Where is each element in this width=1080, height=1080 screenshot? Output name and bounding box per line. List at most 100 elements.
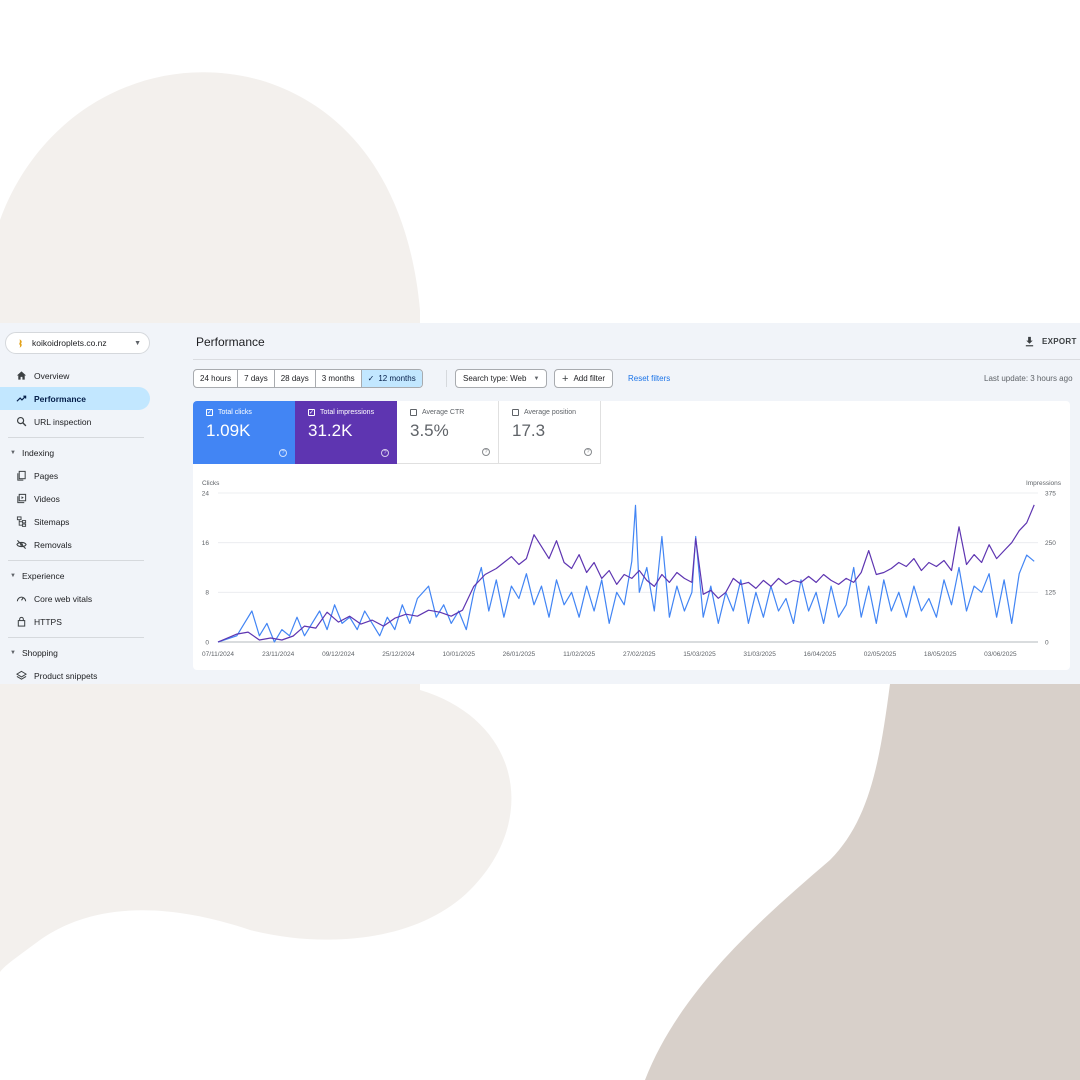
y-left-tick-label: 0: [205, 639, 209, 646]
metric-total-impressions[interactable]: ✓ Total impressions 31.2K ?: [295, 401, 397, 464]
range-24-hours[interactable]: 24 hours: [194, 370, 239, 387]
metric-value: 1.09K: [206, 421, 251, 440]
x-tick-label: 23/11/2024: [262, 651, 294, 658]
help-icon[interactable]: ?: [381, 449, 389, 457]
y-left-tick-label: 24: [202, 490, 210, 497]
sidebar-section-label: Indexing: [21, 448, 55, 458]
x-tick-label: 25/12/2024: [382, 651, 415, 658]
sidebar-item-label: Sitemaps: [34, 516, 70, 527]
metric-value: 3.5%: [410, 421, 449, 440]
x-tick-label: 15/03/2025: [683, 651, 716, 658]
export-button[interactable]: EXPORT: [1024, 336, 1077, 347]
range-12-months[interactable]: ✓ 12 months: [361, 370, 422, 387]
range-label: 28 days: [280, 374, 309, 383]
caret-down-icon: ▼: [10, 650, 16, 656]
sidebar-item-videos[interactable]: Videos: [0, 487, 150, 510]
checkbox-checked-icon: ✓: [308, 409, 315, 416]
sidebar-item-overview[interactable]: Overview: [0, 364, 150, 387]
sidebar-section-label: Shopping: [21, 648, 58, 658]
metric-label: Average position: [524, 409, 577, 416]
sidebar-item-label: Removals: [34, 539, 72, 550]
sidebar-item-label: Pages: [34, 470, 59, 481]
y-left-tick-label: 16: [202, 540, 210, 547]
x-tick-label: 18/05/2025: [924, 651, 957, 658]
series-line-impressions: [217, 504, 1035, 643]
sidebar-divider: [8, 560, 144, 561]
range-7-days[interactable]: 7 days: [238, 370, 275, 387]
chevron-down-icon: ▼: [134, 339, 141, 347]
sidebar-section-label: Experience: [21, 571, 65, 581]
sidebar-item-label: Overview: [34, 370, 70, 381]
range-3-months[interactable]: 3 months: [316, 370, 362, 387]
download-icon: [1025, 336, 1034, 347]
add-filter-button[interactable]: + Add filter: [554, 369, 614, 388]
video-icon: [15, 493, 27, 505]
metric-label: Total clicks: [218, 409, 252, 416]
property-logo-icon: [15, 337, 26, 349]
reset-filters-link[interactable]: Reset filters: [628, 374, 670, 383]
sidebar-item-product-snippets[interactable]: Product snippets: [0, 664, 150, 684]
search-type-filter[interactable]: Search type: Web ▼: [455, 369, 548, 388]
metric-average-position[interactable]: Average position 17.3 ?: [499, 401, 601, 464]
x-tick-label: 27/02/2025: [623, 651, 656, 658]
help-icon[interactable]: ?: [584, 448, 592, 456]
sidebar-item-sitemaps[interactable]: Sitemaps: [0, 510, 150, 533]
help-icon[interactable]: ?: [279, 449, 287, 457]
sidebar-item-label: URL inspection: [34, 416, 92, 427]
y-right-tick-label: 0: [1045, 639, 1049, 646]
background-blob-tan: [645, 684, 1080, 1080]
toolbar-divider: [446, 370, 447, 387]
performance-chart: 0 8 16 24 0 125 250 375 Clicks Impressions 07/11/2…: [202, 480, 1062, 658]
help-icon[interactable]: ?: [482, 448, 490, 456]
range-28-days[interactable]: 28 days: [275, 370, 316, 387]
property-name: koikoidroplets.co.nz: [32, 338, 107, 348]
checkbox-unchecked-icon: [410, 409, 417, 416]
x-tick-label: 03/06/2025: [984, 651, 1017, 658]
sidebar-item-label: Core web vitals: [34, 593, 93, 604]
x-tick-label: 16/04/2025: [804, 651, 837, 658]
search-icon: [15, 416, 27, 428]
sidebar-section-indexing[interactable]: ▼ Indexing: [0, 442, 150, 464]
sitemap-icon: [15, 516, 27, 528]
sidebar-item-https[interactable]: HTTPS: [0, 610, 150, 633]
search-type-label: Search type: Web: [463, 374, 527, 383]
range-label: 3 months: [321, 374, 355, 383]
export-label: EXPORT: [1042, 337, 1077, 346]
property-selector[interactable]: koikoidroplets.co.nz ▼: [5, 332, 150, 354]
metric-total-clicks[interactable]: ✓ Total clicks 1.09K ?: [193, 401, 295, 464]
add-filter-label: Add filter: [573, 374, 606, 383]
sidebar-item-label: Videos: [34, 493, 60, 504]
range-label: 12 months: [378, 374, 416, 383]
y-left-axis-label: Clicks: [202, 480, 220, 487]
y-right-tick-label: 250: [1045, 540, 1056, 547]
gauge-icon: [15, 593, 27, 605]
performance-card: ✓ Total clicks 1.09K ? ✓ Total impressions…: [193, 401, 1070, 670]
metric-average-ctr[interactable]: Average CTR 3.5% ?: [397, 401, 499, 464]
caret-down-icon: ▼: [10, 450, 16, 456]
search-console-app: koikoidroplets.co.nz ▼ Overview Performa…: [0, 323, 1080, 684]
x-tick-label: 02/05/2025: [864, 651, 897, 658]
sidebar-section-experience[interactable]: ▼ Experience: [0, 565, 150, 587]
y-right-tick-label: 375: [1045, 490, 1056, 497]
date-range-selector: 24 hours 7 days 28 days 3 months ✓ 12 mon…: [193, 369, 423, 388]
y-left-tick-label: 8: [205, 590, 209, 597]
sidebar-item-url-inspection[interactable]: URL inspection: [0, 410, 150, 433]
sidebar-item-performance[interactable]: Performance: [0, 387, 150, 410]
range-label: 24 hours: [200, 374, 232, 383]
lock-icon: [15, 616, 27, 628]
metric-value: 17.3: [512, 421, 546, 440]
header-divider: [193, 359, 1080, 360]
y-right-axis-label: Impressions: [1026, 480, 1062, 487]
checkbox-checked-icon: ✓: [206, 409, 213, 416]
x-tick-label: 26/01/2025: [503, 651, 536, 658]
eye-off-icon: [15, 539, 27, 551]
sidebar-item-pages[interactable]: Pages: [0, 464, 150, 487]
sidebar-item-label: HTTPS: [34, 616, 62, 627]
sidebar-item-label: Product snippets: [34, 670, 98, 681]
metric-value: 31.2K: [308, 421, 353, 440]
sidebar-item-core-web-vitals[interactable]: Core web vitals: [0, 587, 150, 610]
sidebar-item-removals[interactable]: Removals: [0, 533, 150, 556]
sidebar-section-shopping[interactable]: ▼ Shopping: [0, 642, 150, 664]
sidebar-item-label: Performance: [34, 393, 86, 404]
x-tick-label: 07/11/2024: [202, 651, 234, 658]
